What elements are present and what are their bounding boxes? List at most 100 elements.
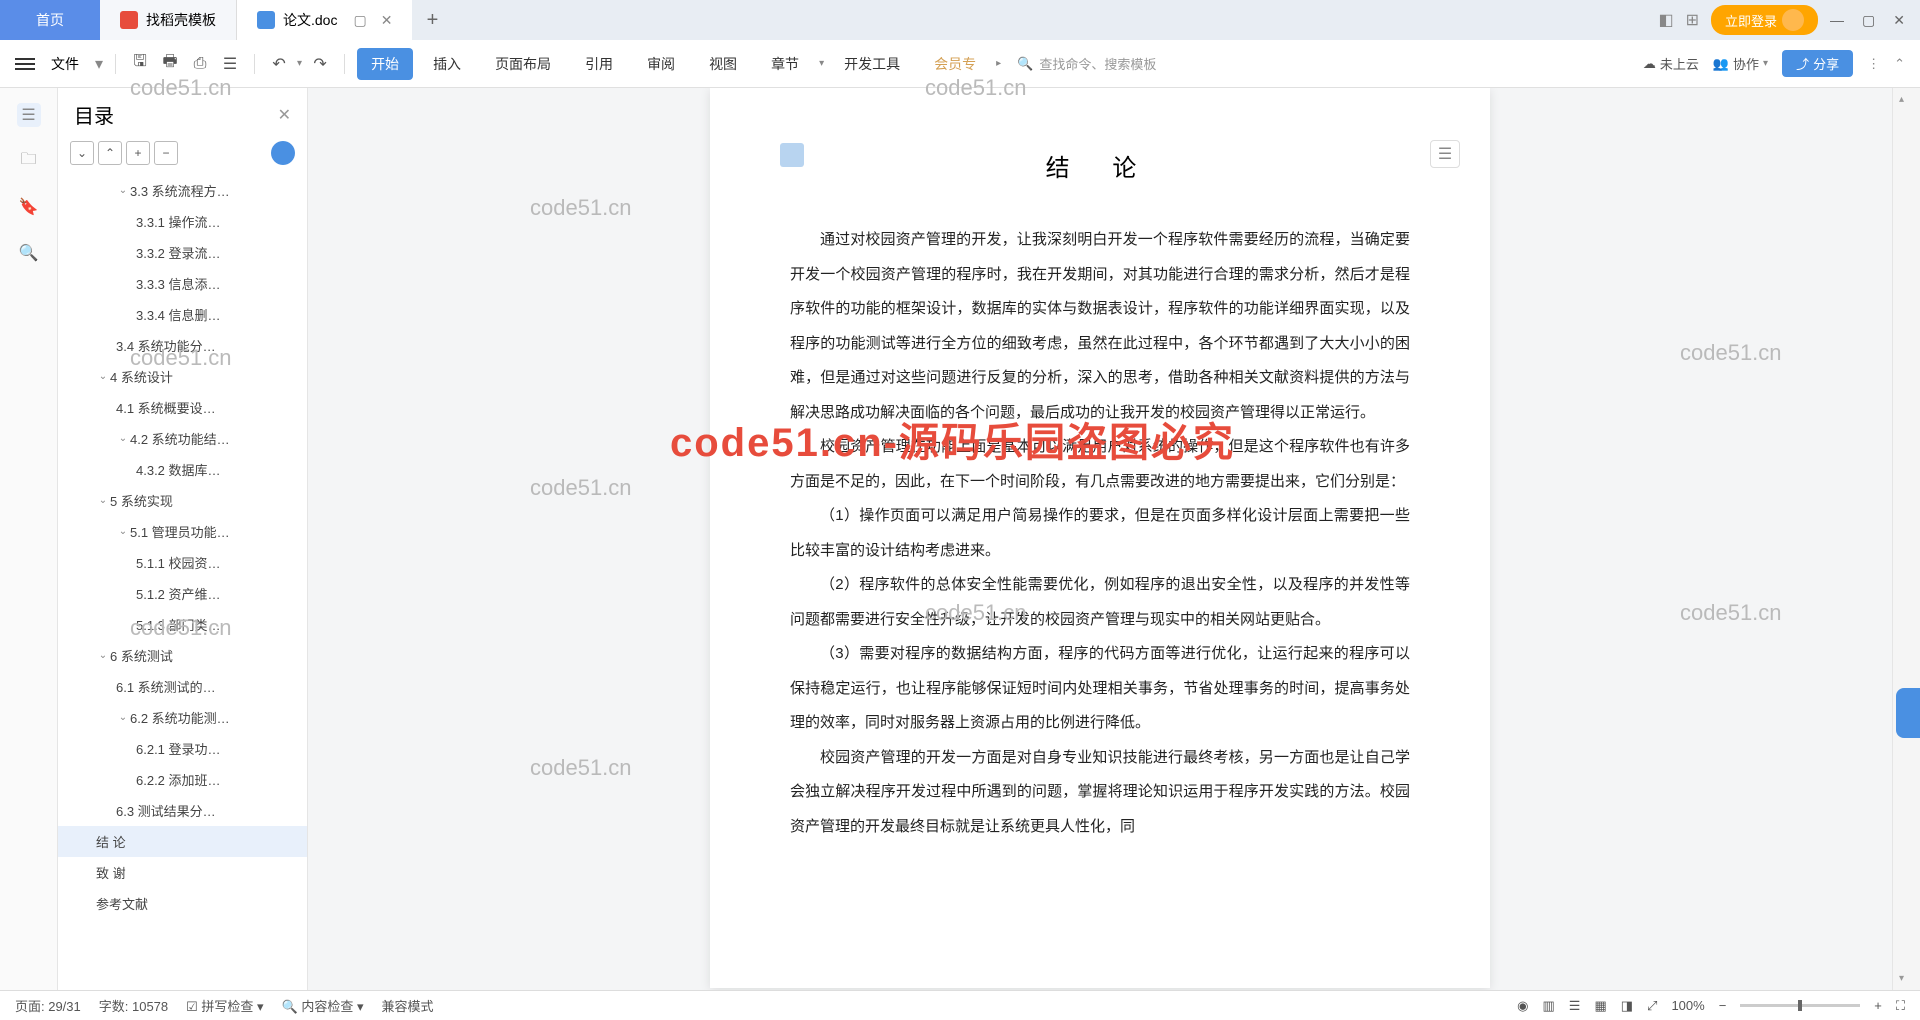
expand-all-icon[interactable]: ⌃ [98, 141, 122, 165]
ai-icon[interactable] [271, 141, 295, 165]
float-menu-icon[interactable]: ☰ [1430, 140, 1460, 168]
layout-mode-icon[interactable]: ☰ [1569, 998, 1581, 1014]
collab-button[interactable]: 👥 协作 ▾ [1713, 54, 1768, 73]
scroll-up-icon[interactable]: ▴ [1899, 94, 1904, 105]
outline-item[interactable]: ⌄4.2 系统功能结… [58, 423, 307, 454]
outline-item[interactable]: 4.1 系统概要设… [58, 392, 307, 423]
tab-home[interactable]: 首页 [0, 0, 100, 40]
outline-item[interactable]: 参考文献 [58, 888, 307, 919]
paragraph-handle-icon[interactable] [780, 143, 804, 167]
share-button[interactable]: ⤴ 分享 [1782, 50, 1853, 77]
outline-close-icon[interactable]: ✕ [278, 105, 291, 125]
ribbon-view[interactable]: 视图 [695, 48, 751, 80]
search-rail-icon[interactable]: 🔍 [17, 241, 41, 265]
ribbon-review[interactable]: 审阅 [633, 48, 689, 80]
new-tab-button[interactable]: + [412, 9, 452, 32]
window-icon[interactable]: ▢ [353, 12, 366, 29]
cloud-status[interactable]: ☁ 未上云 [1643, 54, 1699, 73]
folder-icon[interactable]: 🗀 [17, 149, 41, 173]
outline-item[interactable]: 6.1 系统测试的… [58, 671, 307, 702]
compat-mode[interactable]: 兼容模式 [382, 996, 434, 1015]
chevron-down-icon[interactable]: ⌄ [116, 526, 130, 537]
ribbon-home[interactable]: 开始 [357, 48, 413, 80]
chevron-down-icon[interactable]: ⌄ [96, 371, 110, 382]
outline-list[interactable]: ⌄3.3 系统流程方…3.3.1 操作流…3.3.2 登录流…3.3.3 信息添… [58, 175, 307, 990]
bookmark-icon[interactable]: 🔖 [17, 195, 41, 219]
outline-item[interactable]: 5.1.2 资产维… [58, 578, 307, 609]
collapse-icon[interactable]: ⌃ [1894, 56, 1905, 72]
outline-item[interactable]: ⌄4 系统设计 [58, 361, 307, 392]
ribbon-search[interactable]: 🔍 查找命令、搜索模板 [1017, 54, 1156, 73]
ribbon-insert[interactable]: 插入 [419, 48, 475, 80]
login-button[interactable]: 立即登录 [1711, 5, 1818, 35]
file-menu[interactable]: 文件 [41, 54, 89, 74]
outline-item[interactable]: 6.2.1 登录功… [58, 733, 307, 764]
outline-item[interactable]: 3.3.2 登录流… [58, 237, 307, 268]
outline-item[interactable]: ⌄6 系统测试 [58, 640, 307, 671]
chevron-down-icon[interactable]: ⌄ [96, 495, 110, 506]
grid-mode-icon[interactable]: ▦ [1594, 998, 1606, 1014]
spell-check[interactable]: ☑ 拼写检查 ▾ [186, 996, 263, 1015]
outline-item[interactable]: 3.3.4 信息删… [58, 299, 307, 330]
read-mode-icon[interactable]: ◨ [1621, 998, 1633, 1014]
vertical-scrollbar[interactable]: ▴ ▾ [1892, 88, 1920, 990]
outline-item[interactable]: ⌄6.2 系统功能测… [58, 702, 307, 733]
fullscreen-icon[interactable]: ⛶ [1896, 998, 1905, 1014]
redo-icon[interactable]: ↷ [308, 52, 332, 76]
menu-icon[interactable] [15, 58, 35, 70]
chevron-down-icon[interactable]: ⌄ [116, 185, 130, 196]
outline-item[interactable]: 4.3.2 数据库… [58, 454, 307, 485]
view-mode-icon[interactable]: ▥ [1543, 998, 1555, 1014]
minimize-button[interactable]: — [1830, 12, 1844, 29]
format-icon[interactable]: ☰ [218, 52, 242, 76]
remove-icon[interactable]: − [154, 141, 178, 165]
outline-item[interactable]: ⌄5 系统实现 [58, 485, 307, 516]
ribbon-layout[interactable]: 页面布局 [481, 48, 565, 80]
maximize-button[interactable]: ▢ [1862, 12, 1875, 29]
close-icon[interactable]: ✕ [381, 12, 393, 29]
outline-item[interactable]: 3.3.3 信息添… [58, 268, 307, 299]
ribbon-devtools[interactable]: 开发工具 [830, 48, 914, 80]
zoom-slider[interactable] [1740, 1004, 1860, 1007]
save-icon[interactable]: 🖫 [128, 52, 152, 76]
page-number[interactable]: 页面: 29/31 [15, 996, 81, 1015]
outline-item[interactable]: 6.3 测试结果分… [58, 795, 307, 826]
apps-icon[interactable]: ⊞ [1686, 10, 1699, 30]
chevron-down-icon[interactable]: ⌄ [116, 712, 130, 723]
ribbon-chapter[interactable]: 章节 [757, 48, 813, 80]
zoom-out-icon[interactable]: − [1719, 998, 1727, 1013]
undo-icon[interactable]: ↶ [267, 52, 291, 76]
chevron-down-icon[interactable]: ⌄ [96, 650, 110, 661]
outline-item[interactable]: 5.1.3 部门类… [58, 609, 307, 640]
tab-document[interactable]: 论文.doc ▢ ✕ [237, 0, 412, 40]
more-icon[interactable]: ⋮ [1867, 56, 1880, 72]
outline-icon[interactable]: ☰ [17, 103, 41, 127]
outline-item[interactable]: ⌄5.1 管理员功能… [58, 516, 307, 547]
zoom-value[interactable]: 100% [1671, 998, 1704, 1013]
outline-item[interactable]: 3.3.1 操作流… [58, 206, 307, 237]
collapse-all-icon[interactable]: ⌄ [70, 141, 94, 165]
word-count[interactable]: 字数: 10578 [99, 996, 168, 1015]
layout-icon[interactable]: ◧ [1658, 10, 1673, 30]
document-area[interactable]: ☰ 结 论 通过对校园资产管理的开发，让我深刻明白开发一个程序软件需要经历的流程… [308, 88, 1892, 990]
outline-item[interactable]: 5.1.1 校园资… [58, 547, 307, 578]
outline-item[interactable]: 3.4 系统功能分… [58, 330, 307, 361]
add-icon[interactable]: + [126, 141, 150, 165]
zoom-in-icon[interactable]: + [1874, 998, 1882, 1013]
ribbon-reference[interactable]: 引用 [571, 48, 627, 80]
tab-template[interactable]: 找稻壳模板 [100, 0, 237, 40]
content-check[interactable]: 🔍 内容检查 ▾ [282, 996, 364, 1015]
fit-icon[interactable]: ⤢ [1647, 998, 1657, 1014]
close-button[interactable]: ✕ [1893, 12, 1905, 29]
eye-icon[interactable]: ◉ [1517, 998, 1528, 1014]
outline-item[interactable]: 致 谢 [58, 857, 307, 888]
print-icon[interactable]: 🖶 [158, 52, 182, 76]
scroll-down-icon[interactable]: ▾ [1899, 973, 1904, 984]
outline-item[interactable]: ⌄3.3 系统流程方… [58, 175, 307, 206]
outline-item[interactable]: 6.2.2 添加班… [58, 764, 307, 795]
outline-item[interactable]: 结 论 [58, 826, 307, 857]
preview-icon[interactable]: ⎙ [188, 52, 212, 76]
chevron-down-icon[interactable]: ⌄ [116, 433, 130, 444]
ribbon-member[interactable]: 会员专 [920, 48, 990, 80]
side-panel-tab[interactable] [1896, 688, 1920, 738]
